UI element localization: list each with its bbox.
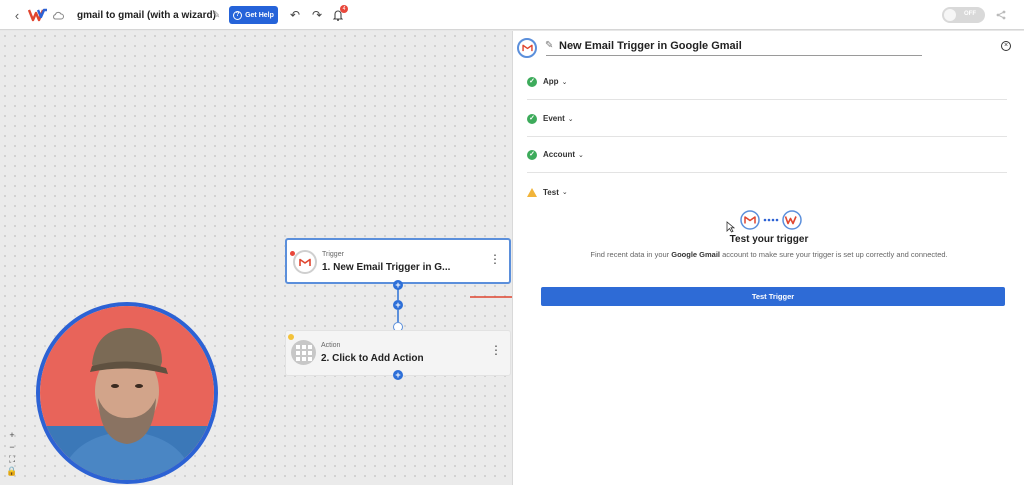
toggle-knob	[944, 9, 956, 21]
test-desc-suffix: account to make sure your trigger is set…	[720, 250, 948, 259]
redo-icon[interactable]: ↷	[312, 0, 324, 30]
undo-icon[interactable]: ↶	[290, 0, 302, 30]
edit-step-name-icon[interactable]: ✎	[545, 40, 553, 51]
zoom-out-icon[interactable]: −	[9, 442, 14, 452]
app-logo-icon[interactable]	[28, 0, 48, 30]
test-description: Find recent data in your Google Gmail ac…	[513, 250, 1024, 259]
section-app[interactable]: ✓ App ⌄	[527, 64, 1007, 100]
test-desc-prefix: Find recent data in your	[590, 250, 672, 259]
gmail-icon	[293, 250, 317, 274]
workflow-toggle[interactable]: OFF	[942, 7, 985, 23]
back-icon[interactable]: ‹	[10, 0, 24, 30]
check-icon: ✓	[527, 149, 537, 160]
section-account[interactable]: ✓ Account ⌄	[527, 137, 1007, 173]
section-test[interactable]: Test ⌄	[527, 174, 1007, 210]
chevron-down-icon: ⌄	[561, 189, 568, 196]
action-menu-icon[interactable]: ⋮	[490, 344, 502, 356]
panel-title[interactable]: New Email Trigger in Google Gmail	[559, 40, 742, 52]
chevron-down-icon: ⌄	[567, 115, 574, 123]
section-label: App	[543, 77, 559, 86]
chevron-down-icon: ⌄	[578, 151, 584, 159]
workflow-title[interactable]: gmail to gmail (with a wizard)	[77, 0, 216, 30]
warning-icon	[527, 187, 537, 197]
lock-icon[interactable]: 🔒	[6, 466, 17, 476]
gmail-icon	[517, 38, 537, 58]
connection-icons	[740, 210, 802, 230]
title-underline	[546, 55, 922, 56]
trigger-title: 1. New Email Trigger in G...	[322, 262, 451, 273]
section-event[interactable]: ✓ Event ⌄	[527, 101, 1007, 137]
fit-view-icon[interactable]: ⛶	[9, 454, 15, 464]
check-icon: ✓	[527, 76, 537, 87]
check-icon: ✓	[527, 113, 537, 124]
action-type-label: Action	[321, 342, 341, 349]
trigger-menu-icon[interactable]: ⋮	[489, 253, 501, 265]
trigger-status-dot	[290, 251, 295, 256]
action-title: 2. Click to Add Action	[321, 353, 424, 364]
section-label: Account	[543, 150, 575, 159]
test-desc-app: Google Gmail	[671, 250, 721, 259]
trigger-node[interactable]: Trigger 1. New Email Trigger in G... ⋮	[285, 238, 511, 284]
add-step-plus-icon[interactable]: +	[393, 300, 403, 310]
test-heading: Test your trigger	[729, 234, 809, 245]
share-icon[interactable]	[996, 0, 1010, 30]
zoom-controls: + − ⛶ 🔒	[5, 430, 19, 476]
connector-line	[397, 310, 399, 322]
cloud-icon	[52, 0, 66, 30]
close-panel-icon[interactable]: ×	[1001, 41, 1011, 51]
add-step-plus-icon[interactable]: +	[393, 370, 403, 380]
apps-grid-icon	[291, 340, 316, 365]
get-help-button[interactable]: ? Get Help	[229, 6, 278, 24]
webcam-overlay	[36, 302, 218, 484]
chevron-down-icon: ⌄	[561, 78, 568, 86]
mouse-cursor-icon	[726, 221, 735, 233]
test-trigger-button[interactable]: Test Trigger	[541, 287, 1005, 306]
top-bar: ‹ gmail to gmail (with a wizard) ✎ ? Get…	[0, 0, 1024, 30]
notification-badge: 4	[340, 5, 348, 13]
presenter-image	[40, 306, 214, 480]
section-label: Event	[543, 114, 565, 123]
step-config-panel: ✎ New Email Trigger in Google Gmail × ✓ …	[512, 31, 1024, 485]
question-icon: ?	[233, 10, 243, 20]
toggle-label: OFF	[964, 11, 976, 17]
action-status-dot	[288, 334, 294, 340]
section-label: Test	[543, 187, 559, 197]
zoom-in-icon[interactable]: +	[9, 430, 14, 440]
get-help-label: Get Help	[245, 11, 274, 19]
trigger-type-label: Trigger	[322, 251, 344, 258]
edit-title-icon[interactable]: ✎	[212, 0, 224, 30]
add-step-plus-icon[interactable]: +	[393, 280, 403, 290]
